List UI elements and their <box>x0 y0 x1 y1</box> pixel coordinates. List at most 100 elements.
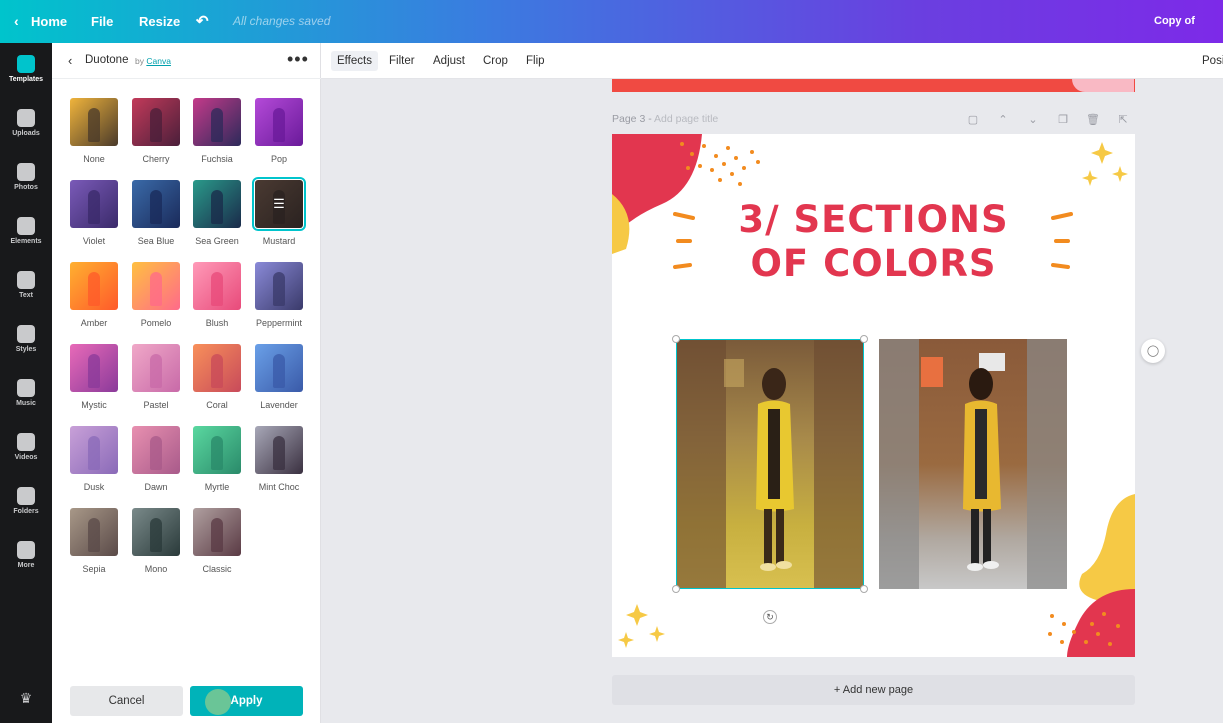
duotone-swatch <box>193 426 241 474</box>
duotone-swatch <box>255 426 303 474</box>
delete-icon[interactable]: 🗑 <box>1086 113 1100 127</box>
selection-outline <box>676 339 864 589</box>
home-button[interactable]: Home <box>31 0 67 43</box>
add-comment-icon[interactable]: ◯ <box>1141 339 1165 363</box>
rail-item-music[interactable]: Music <box>0 375 52 429</box>
duotone-option[interactable]: Mono <box>125 508 187 574</box>
page-headline[interactable]: 3/ SECTIONS OF COLORS <box>612 198 1135 286</box>
duotone-swatch <box>132 508 180 556</box>
duotone-label: None <box>83 154 105 164</box>
file-menu[interactable]: File <box>91 0 113 43</box>
duotone-option[interactable]: Myrtle <box>186 426 248 492</box>
duotone-option[interactable]: Pop <box>248 98 310 164</box>
selection-handle[interactable] <box>860 585 868 593</box>
bottom-left-sparkles <box>618 604 665 648</box>
undo-icon[interactable]: ↶ <box>196 0 209 43</box>
swatch-figure <box>150 436 162 470</box>
duotone-swatch <box>132 98 180 146</box>
photo-duotone[interactable] <box>676 339 864 589</box>
elements-icon <box>17 217 35 235</box>
duplicate-icon[interactable]: ❐ <box>1056 113 1070 127</box>
duotone-option[interactable]: Dusk <box>63 426 125 492</box>
rail-item-label: Templates <box>8 76 44 83</box>
duotone-option[interactable]: Coral <box>186 344 248 410</box>
adjust-sliders-icon[interactable]: ☰ <box>271 196 287 212</box>
duotone-swatch <box>255 262 303 310</box>
duotone-label: Amber <box>80 318 108 328</box>
duotone-option[interactable]: Fuchsia <box>186 98 248 164</box>
duotone-option[interactable]: Sea Blue <box>125 180 187 246</box>
swatch-figure <box>211 518 223 552</box>
swatch-figure <box>211 354 223 388</box>
rail-item-elements[interactable]: Elements <box>0 213 52 267</box>
flip-button[interactable]: Flip <box>520 51 551 71</box>
duotone-swatch <box>132 344 180 392</box>
duotone-option[interactable]: Mystic <box>63 344 125 410</box>
more-options-icon[interactable]: ••• <box>287 49 309 70</box>
rail-item-videos[interactable]: Videos <box>0 429 52 483</box>
move-down-icon[interactable]: ⌄ <box>1026 113 1040 127</box>
duotone-option[interactable]: Lavender <box>248 344 310 410</box>
top-right-sparkles <box>1082 142 1128 186</box>
crown-icon[interactable]: ♛ <box>17 691 35 705</box>
swatch-figure <box>88 354 100 388</box>
design-page[interactable]: 3/ SECTIONS OF COLORS ↻ <box>612 134 1135 657</box>
duotone-label: Cherry <box>142 154 170 164</box>
notes-icon[interactable]: ▢ <box>966 113 980 127</box>
move-up-icon[interactable]: ⌃ <box>996 113 1010 127</box>
videos-icon <box>17 433 35 451</box>
resize-button[interactable]: Resize <box>139 0 180 43</box>
duotone-option[interactable]: Dawn <box>125 426 187 492</box>
selection-handle[interactable] <box>672 585 680 593</box>
duotone-option[interactable]: Sepia <box>63 508 125 574</box>
duotone-swatch <box>193 262 241 310</box>
canva-link[interactable]: Canva <box>146 56 171 66</box>
rail-item-text[interactable]: Text <box>0 267 52 321</box>
chevron-left-icon[interactable]: ‹ <box>14 0 19 43</box>
rail-item-folders[interactable]: Folders <box>0 483 52 537</box>
add-page-icon[interactable]: ⇱ <box>1116 113 1130 127</box>
adjust-button[interactable]: Adjust <box>427 51 471 71</box>
position-button[interactable]: Posi <box>1196 51 1223 71</box>
duotone-option[interactable]: Pastel <box>125 344 187 410</box>
rail-item-uploads[interactable]: Uploads <box>0 105 52 159</box>
duotone-option[interactable]: Cherry <box>125 98 187 164</box>
duotone-option[interactable]: Sea Green <box>186 180 248 246</box>
duotone-option[interactable]: Violet <box>63 180 125 246</box>
duotone-option[interactable]: Mint Choc <box>248 426 310 492</box>
bottom-right-yellow <box>1079 494 1135 604</box>
duotone-option[interactable]: Peppermint <box>248 262 310 328</box>
add-new-page-button[interactable]: + Add new page <box>612 675 1135 705</box>
previous-page <box>612 79 1135 92</box>
page-title-input[interactable]: Add page title <box>654 113 718 125</box>
selection-handle[interactable] <box>860 335 868 343</box>
rail-item-photos[interactable]: Photos <box>0 159 52 213</box>
panel-header: ‹ Duotone by Canva ••• <box>52 43 321 79</box>
duotone-option[interactable]: Blush <box>186 262 248 328</box>
duotone-option[interactable]: Amber <box>63 262 125 328</box>
swatch-figure <box>211 108 223 142</box>
cancel-button[interactable]: Cancel <box>70 686 183 716</box>
effects-button[interactable]: Effects <box>331 51 378 71</box>
rail-item-styles[interactable]: Styles <box>0 321 52 375</box>
duotone-label: Pomelo <box>140 318 172 328</box>
cursor-indicator <box>205 689 231 715</box>
top-bar: ‹ Home File Resize ↶ All changes saved C… <box>0 0 1223 70</box>
rotate-handle[interactable]: ↻ <box>763 610 777 624</box>
swatch-figure <box>150 190 162 224</box>
upload-icon <box>17 109 35 127</box>
selection-handle[interactable] <box>672 335 680 343</box>
duotone-option[interactable]: Classic <box>186 508 248 574</box>
rail-item-more[interactable]: More <box>0 537 52 591</box>
rail-item-templates[interactable]: Templates <box>0 51 52 105</box>
duotone-option[interactable]: ☰ Mustard <box>248 177 310 246</box>
back-arrow-icon[interactable]: ‹ <box>68 53 72 68</box>
duotone-option[interactable]: None <box>63 98 125 164</box>
filter-button[interactable]: Filter <box>383 51 421 71</box>
crop-button[interactable]: Crop <box>477 51 514 71</box>
photo-original[interactable] <box>879 339 1067 589</box>
document-title[interactable]: Copy of Untitl <box>1154 0 1223 70</box>
photos-icon <box>17 163 35 181</box>
rail-item-label: Music <box>16 400 36 407</box>
duotone-option[interactable]: Pomelo <box>125 262 187 328</box>
